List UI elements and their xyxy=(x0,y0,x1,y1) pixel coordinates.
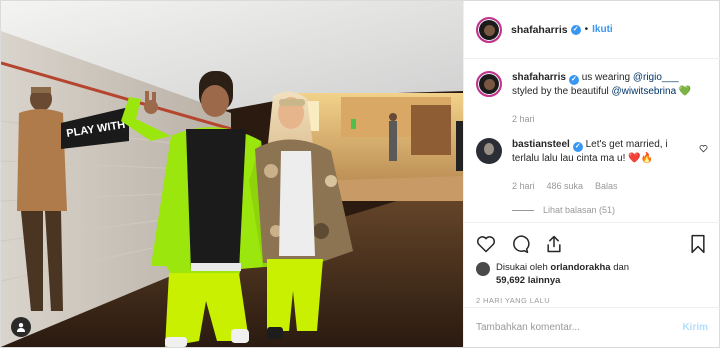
caption: shafaharris ✓ us wearing @rigio___ styled… xyxy=(476,71,708,126)
caption-meta: 2 hari xyxy=(512,112,702,126)
replies-divider xyxy=(512,209,534,211)
comment-reply-button[interactable]: Balas xyxy=(595,179,618,193)
comment-body: bastiansteel ✓ Let's get married, i terla… xyxy=(512,138,684,193)
photo-scene: PLAY WITH xyxy=(1,1,463,347)
caption-mention-rigio[interactable]: @rigio___ xyxy=(633,72,679,83)
comment-emoji: ❤️🔥 xyxy=(628,153,654,164)
liker-avatar[interactable] xyxy=(476,262,490,276)
post-header: shafaharris ✓ • Ikuti xyxy=(464,1,720,59)
post-photo[interactable]: PLAY WITH xyxy=(1,1,463,347)
post-comment-button[interactable]: Kirim xyxy=(682,322,708,333)
user-tag-icon xyxy=(17,323,25,332)
comment-time[interactable]: 2 hari xyxy=(512,179,535,193)
follow-button[interactable]: Ikuti xyxy=(592,24,613,35)
caption-body: shafaharris ✓ us wearing @rigio___ styled… xyxy=(512,71,702,126)
post-actions: Disukai oleh orlandorakha dan 59,692 lai… xyxy=(464,222,720,305)
post-sidebar: shafaharris ✓ • Ikuti shafaharris ✓ us we… xyxy=(463,1,720,347)
author-username[interactable]: shafaharris xyxy=(511,24,568,36)
commenter-username[interactable]: bastiansteel xyxy=(512,139,570,150)
bookmark-icon[interactable] xyxy=(688,234,708,254)
caption-username[interactable]: shafaharris xyxy=(512,72,566,83)
likes-conjunction: dan xyxy=(613,262,630,273)
likes-count[interactable]: 59,692 lainnya xyxy=(496,275,560,286)
post-timestamp[interactable]: 2 HARI YANG LALU xyxy=(476,296,708,305)
verified-badge-icon: ✓ xyxy=(570,24,581,35)
caption-mention-wiwitsebrina[interactable]: @wiwitsebrina xyxy=(612,86,677,97)
likes-text: Disukai oleh orlandorakha dan 59,692 lai… xyxy=(496,261,696,287)
comment-input[interactable] xyxy=(476,322,666,333)
caption-avatar[interactable] xyxy=(476,71,502,97)
comment-item: bastiansteel ✓ Let's get married, i terla… xyxy=(476,138,708,193)
share-icon[interactable] xyxy=(544,234,564,254)
caption-text-mid: styled by the beautiful xyxy=(512,86,609,97)
view-replies-link[interactable]: Lihat balasan (51) xyxy=(512,205,708,215)
caption-time[interactable]: 2 hari xyxy=(512,112,535,126)
user-tag-button[interactable] xyxy=(11,317,31,337)
caption-text-prefix: us wearing xyxy=(581,72,631,83)
action-icons xyxy=(476,229,708,259)
comment-icon[interactable] xyxy=(510,234,530,254)
likes-summary: Disukai oleh orlandorakha dan 59,692 lai… xyxy=(476,261,708,287)
verified-badge-icon: ✓ xyxy=(572,142,583,152)
commenter-avatar[interactable] xyxy=(476,138,502,164)
liker-username[interactable]: orlandorakha xyxy=(550,262,610,273)
view-replies-label: Lihat balasan (51) xyxy=(543,205,616,215)
likes-prefix: Disukai oleh xyxy=(496,262,548,273)
heart-icon[interactable] xyxy=(476,234,496,254)
comment-likes[interactable]: 486 suka xyxy=(547,179,584,193)
author-avatar[interactable] xyxy=(476,16,502,43)
instagram-post: PLAY WITH shafaharris ✓ • Ikuti shafahar… xyxy=(0,0,720,348)
comment-meta: 2 hari 486 suka Balas xyxy=(512,179,684,193)
comments-section: shafaharris ✓ us wearing @rigio___ styled… xyxy=(464,59,720,222)
verified-badge-icon: ✓ xyxy=(568,75,579,85)
header-separator: • xyxy=(584,24,589,35)
comment-like-heart-icon[interactable] xyxy=(699,144,708,156)
add-comment-bar: Kirim xyxy=(464,307,720,347)
caption-emoji: 💚 xyxy=(678,86,692,97)
